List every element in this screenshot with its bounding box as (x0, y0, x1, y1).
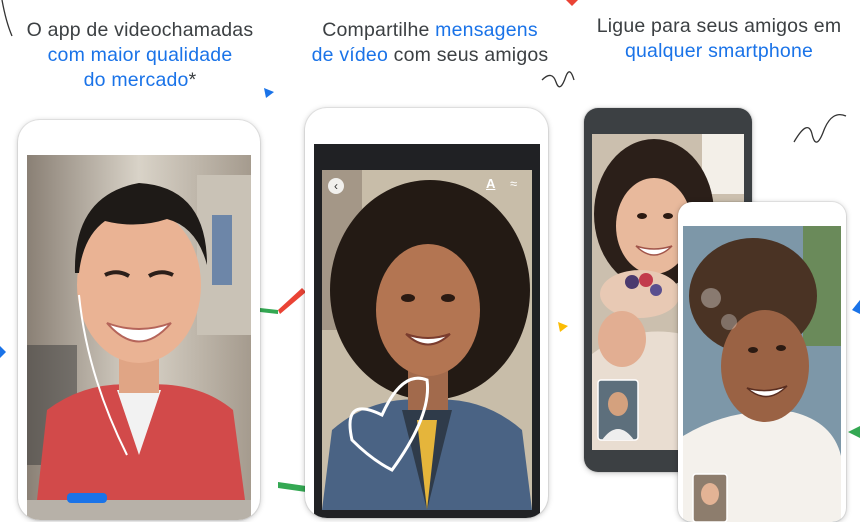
caption-video-messages: Compartilhe mensagens de vídeo com seus … (285, 18, 575, 68)
nav-indicator (67, 493, 107, 503)
phone-video-message: ‹ A ≈ (305, 108, 548, 518)
video-message-person-image (322, 170, 532, 510)
confetti-streamer-green-red (260, 288, 306, 314)
video-call-screen (27, 155, 251, 520)
caller-curly-hair-image (683, 226, 841, 522)
confetti-triangle-blue (264, 88, 274, 98)
scribble-decoration (793, 113, 847, 143)
confetti-blue-right (852, 300, 860, 314)
video-message-frame: ‹ A ≈ (322, 170, 532, 518)
front-caller-screen (683, 226, 841, 522)
confetti-green-right (848, 426, 860, 438)
caption-video-quality: O app de videochamadas com maior qualida… (0, 18, 280, 93)
confetti-blue (0, 346, 6, 358)
video-message-screen: ‹ A ≈ (314, 144, 540, 518)
confetti-green (278, 482, 306, 492)
caption-line-accent: qualquer smartphone (624, 40, 814, 62)
phone-video-call (18, 120, 260, 520)
caption-line: O app de videochamadas (26, 19, 254, 41)
confetti-triangle-yellow (558, 322, 568, 332)
caption-text: com seus amigos (388, 44, 549, 66)
caption-line-accent: com maior qualidade (47, 44, 233, 66)
scribble-decoration (1, 0, 13, 37)
confetti-red (566, 0, 578, 6)
caption-text-accent: de vídeo (311, 44, 389, 66)
caption-line: Ligue para seus amigos em (596, 15, 842, 37)
caption-any-smartphone: Ligue para seus amigos em qualquer smart… (578, 14, 860, 64)
caption-line-accent: do mercado (83, 69, 189, 91)
caption-text: Compartilhe (322, 19, 436, 41)
back-arrow-icon[interactable]: ‹ (328, 178, 344, 194)
caption-text-accent: mensagens (435, 19, 538, 41)
video-feed-person-image (27, 155, 251, 500)
scribble-decoration (541, 71, 575, 88)
doodle-icon[interactable]: ≈ (510, 176, 517, 191)
caption-asterisk: * (188, 69, 197, 91)
text-tool-icon[interactable]: A (486, 176, 495, 191)
phone-front-caller (678, 202, 846, 522)
